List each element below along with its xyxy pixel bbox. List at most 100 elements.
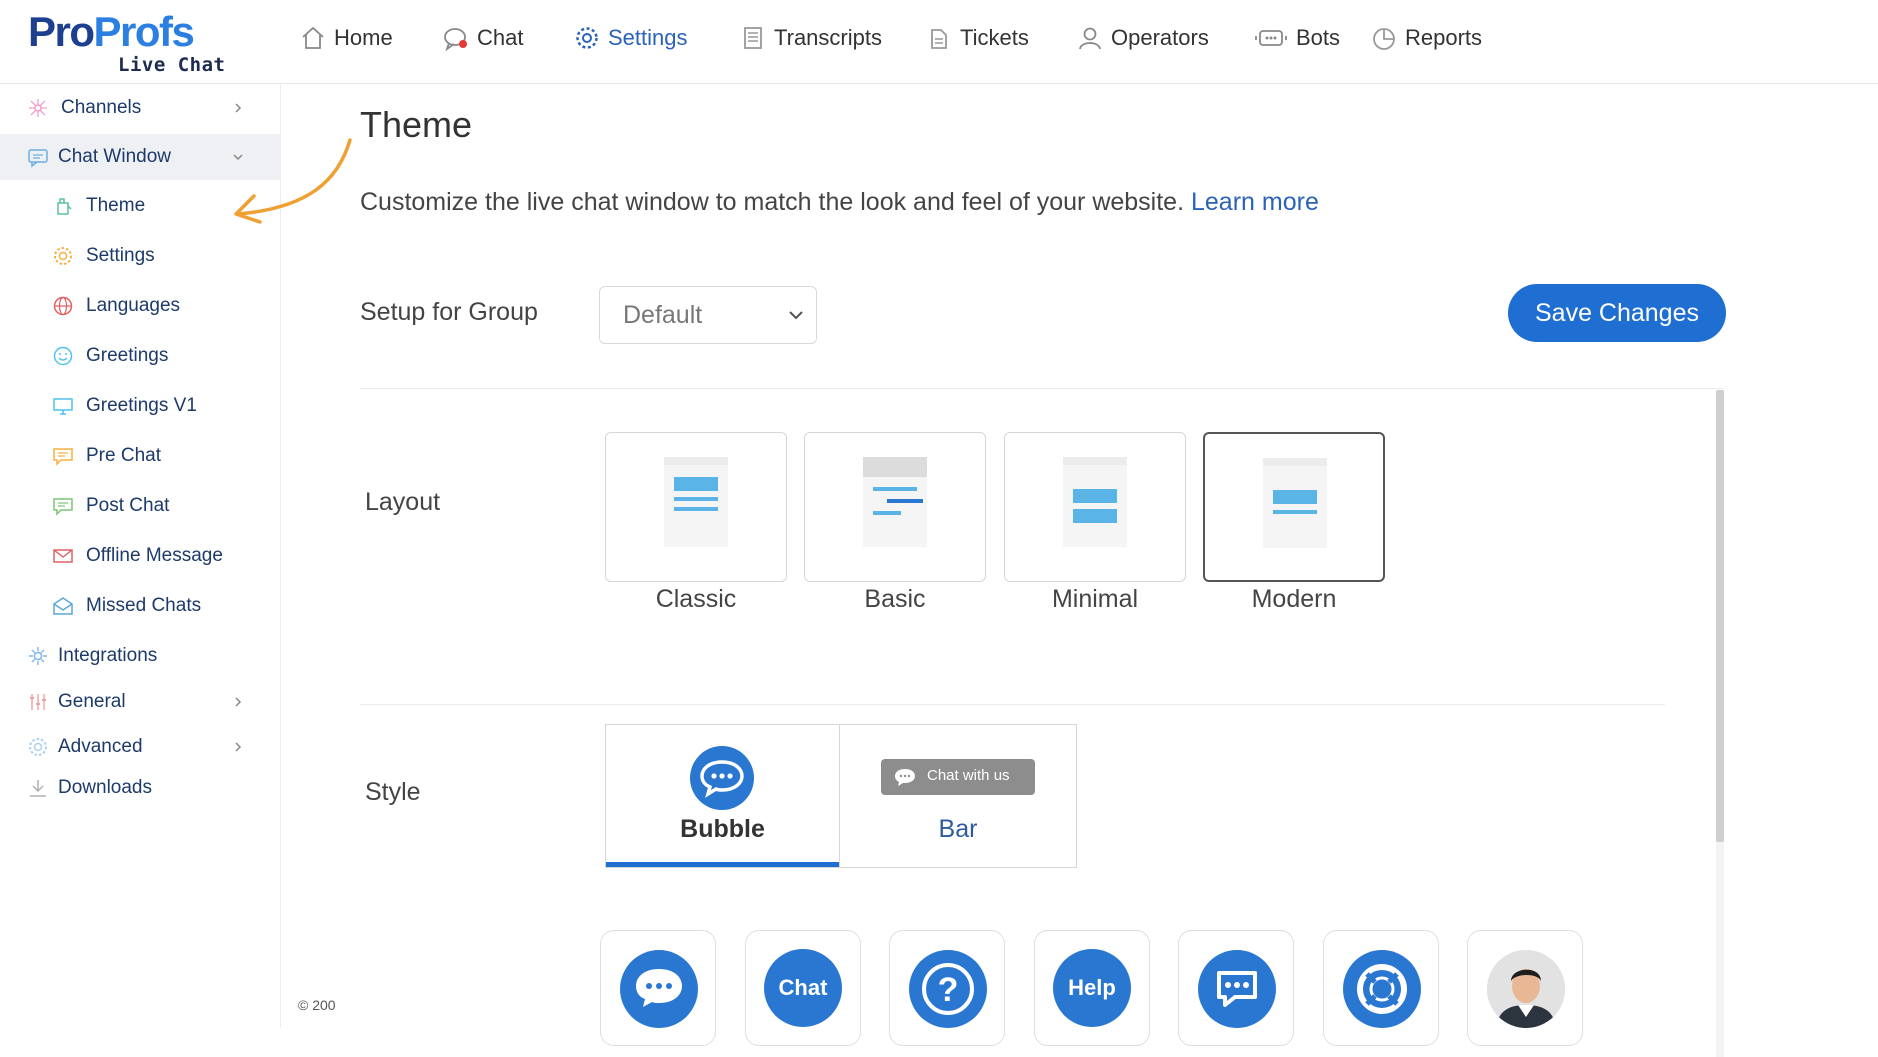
chat-bubble-icon	[690, 746, 754, 810]
sidebar-item-pre-chat[interactable]: Pre Chat	[0, 433, 280, 479]
scrollbar-thumb[interactable]	[1716, 390, 1724, 842]
chat-dots-icon	[620, 950, 698, 1028]
description-text: Customize the live chat window to match …	[360, 188, 1185, 216]
style-label-bubble: Bubble	[680, 815, 765, 843]
layout-minimal-icon	[1063, 457, 1127, 547]
sidebar-item-greetings[interactable]: Greetings	[0, 333, 280, 379]
sidebar-item-greetings-v1[interactable]: Greetings V1	[0, 383, 280, 429]
chat-icon	[444, 28, 467, 51]
sidebar-item-label: General	[58, 691, 126, 712]
paint-bucket-icon	[57, 198, 72, 215]
sidebar-item-downloads[interactable]: Downloads	[0, 765, 280, 811]
proprofs-logo[interactable]: ProProfs Live Chat	[28, 8, 228, 76]
sidebar-item-label: Missed Chats	[86, 595, 202, 616]
style-option-bubble[interactable]: Bubble	[606, 725, 839, 867]
sidebar-item-offline-message[interactable]: Offline Message	[0, 533, 280, 579]
nav-label: Tickets	[960, 25, 1029, 50]
bubble-icon-option-help-text[interactable]: Help	[1034, 930, 1150, 1046]
operator-avatar	[1487, 950, 1565, 1028]
nav-reports[interactable]: Reports	[1371, 18, 1482, 58]
bubble-icon-option-chat-text[interactable]: Chat	[745, 930, 861, 1046]
nav-tickets[interactable]: Tickets	[926, 18, 1029, 58]
learn-more-link[interactable]: Learn more	[1191, 188, 1319, 216]
chat-bubble-icon	[53, 498, 73, 516]
svg-text:?: ?	[938, 971, 959, 1009]
chat-window-icon	[28, 149, 48, 168]
nav-chat[interactable]: Chat	[443, 18, 523, 58]
document-icon	[744, 27, 762, 49]
group-select[interactable]: Default	[599, 286, 817, 344]
copyright-text: © 200	[298, 997, 336, 1013]
sidebar-item-label: Settings	[86, 245, 155, 266]
sidebar-item-label: Pre Chat	[86, 445, 161, 466]
help-text-icon: Help	[1053, 949, 1131, 1027]
layout-name-minimal: Minimal	[1051, 585, 1139, 613]
nav-settings[interactable]: Settings	[574, 18, 688, 58]
nav-label: Settings	[608, 25, 688, 50]
section-divider	[360, 388, 1724, 389]
sidebar-item-languages[interactable]: Languages	[0, 283, 280, 329]
chat-outline-icon	[1198, 950, 1276, 1028]
sidebar-item-label: Post Chat	[86, 495, 170, 516]
smiley-icon	[53, 346, 73, 366]
layout-option-classic[interactable]	[605, 432, 787, 582]
layout-name-classic: Classic	[655, 585, 737, 613]
globe-icon	[53, 296, 73, 316]
layout-classic-icon	[664, 457, 728, 547]
open-envelope-icon	[53, 597, 73, 615]
nav-operators[interactable]: Operators	[1077, 18, 1209, 58]
sliders-icon	[30, 694, 46, 710]
lifebuoy-icon	[1343, 950, 1421, 1028]
sidebar-item-integrations[interactable]: Integrations	[0, 633, 280, 679]
nav-label: Chat	[477, 25, 524, 50]
layout-option-modern[interactable]	[1203, 432, 1385, 582]
sidebar-item-label: Advanced	[58, 736, 143, 757]
bot-icon	[1255, 30, 1287, 46]
chevron-right-icon	[235, 697, 242, 707]
nav-bots[interactable]: Bots	[1254, 18, 1340, 58]
nav-label: Transcripts	[774, 25, 882, 50]
sidebar-item-missed-chats[interactable]: Missed Chats	[0, 583, 280, 629]
bubble-icon-option-chat-dots[interactable]	[600, 930, 716, 1046]
sidebar-item-label: Chat Window	[58, 146, 171, 167]
chat-text-icon: Chat	[764, 949, 842, 1027]
envelope-icon	[53, 549, 73, 563]
bubble-icon-option-avatar[interactable]	[1467, 930, 1583, 1046]
chevron-right-icon	[235, 742, 242, 752]
layout-modern-icon	[1263, 458, 1327, 548]
sidebar-item-label: Channels	[61, 97, 142, 118]
network-icon	[29, 99, 47, 117]
chat-bar-text: Chat with us	[927, 767, 1010, 784]
download-icon	[30, 780, 46, 797]
home-icon	[302, 26, 324, 49]
bubble-icon-option-chat-outline[interactable]	[1178, 930, 1294, 1046]
sidebar-item-advanced[interactable]: Advanced	[0, 724, 280, 770]
logo-text-part1: Pro	[28, 8, 95, 55]
layout-basic-icon	[863, 457, 927, 547]
sidebar-item-label: Theme	[86, 195, 146, 216]
nav-home[interactable]: Home	[300, 18, 393, 58]
nav-transcripts[interactable]: Transcripts	[740, 18, 882, 58]
chevron-down-icon	[789, 311, 803, 320]
chat-bar-preview: Chat with us	[881, 759, 1035, 795]
save-changes-button[interactable]: Save Changes	[1508, 284, 1726, 342]
group-label: Setup for Group	[360, 298, 538, 326]
sidebar-item-label: Greetings	[86, 345, 169, 366]
bubble-icon-option-question[interactable]: ?	[889, 930, 1005, 1046]
sidebar-item-label: Integrations	[58, 645, 158, 666]
sidebar-item-post-chat[interactable]: Post Chat	[0, 483, 280, 529]
top-bar: ProProfs Live Chat Home Chat Settings Tr…	[0, 0, 1878, 84]
bubble-icon-option-lifebuoy[interactable]	[1323, 930, 1439, 1046]
nav-label: Home	[334, 25, 393, 50]
sidebar-item-channels[interactable]: Channels	[0, 85, 280, 131]
sidebar-item-label: Languages	[86, 295, 181, 316]
sidebar-item-general[interactable]: General	[0, 679, 280, 725]
user-icon	[1079, 27, 1101, 50]
style-option-bar[interactable]: Chat with us Bar	[840, 725, 1076, 867]
style-label-bar: Bar	[938, 815, 978, 843]
layout-option-minimal[interactable]	[1004, 432, 1186, 582]
logo-product-name: Live Chat	[118, 54, 226, 76]
layout-option-basic[interactable]	[804, 432, 986, 582]
page-description: Customize the live chat window to match …	[360, 188, 1319, 217]
sidebar-item-settings[interactable]: Settings	[0, 233, 280, 279]
